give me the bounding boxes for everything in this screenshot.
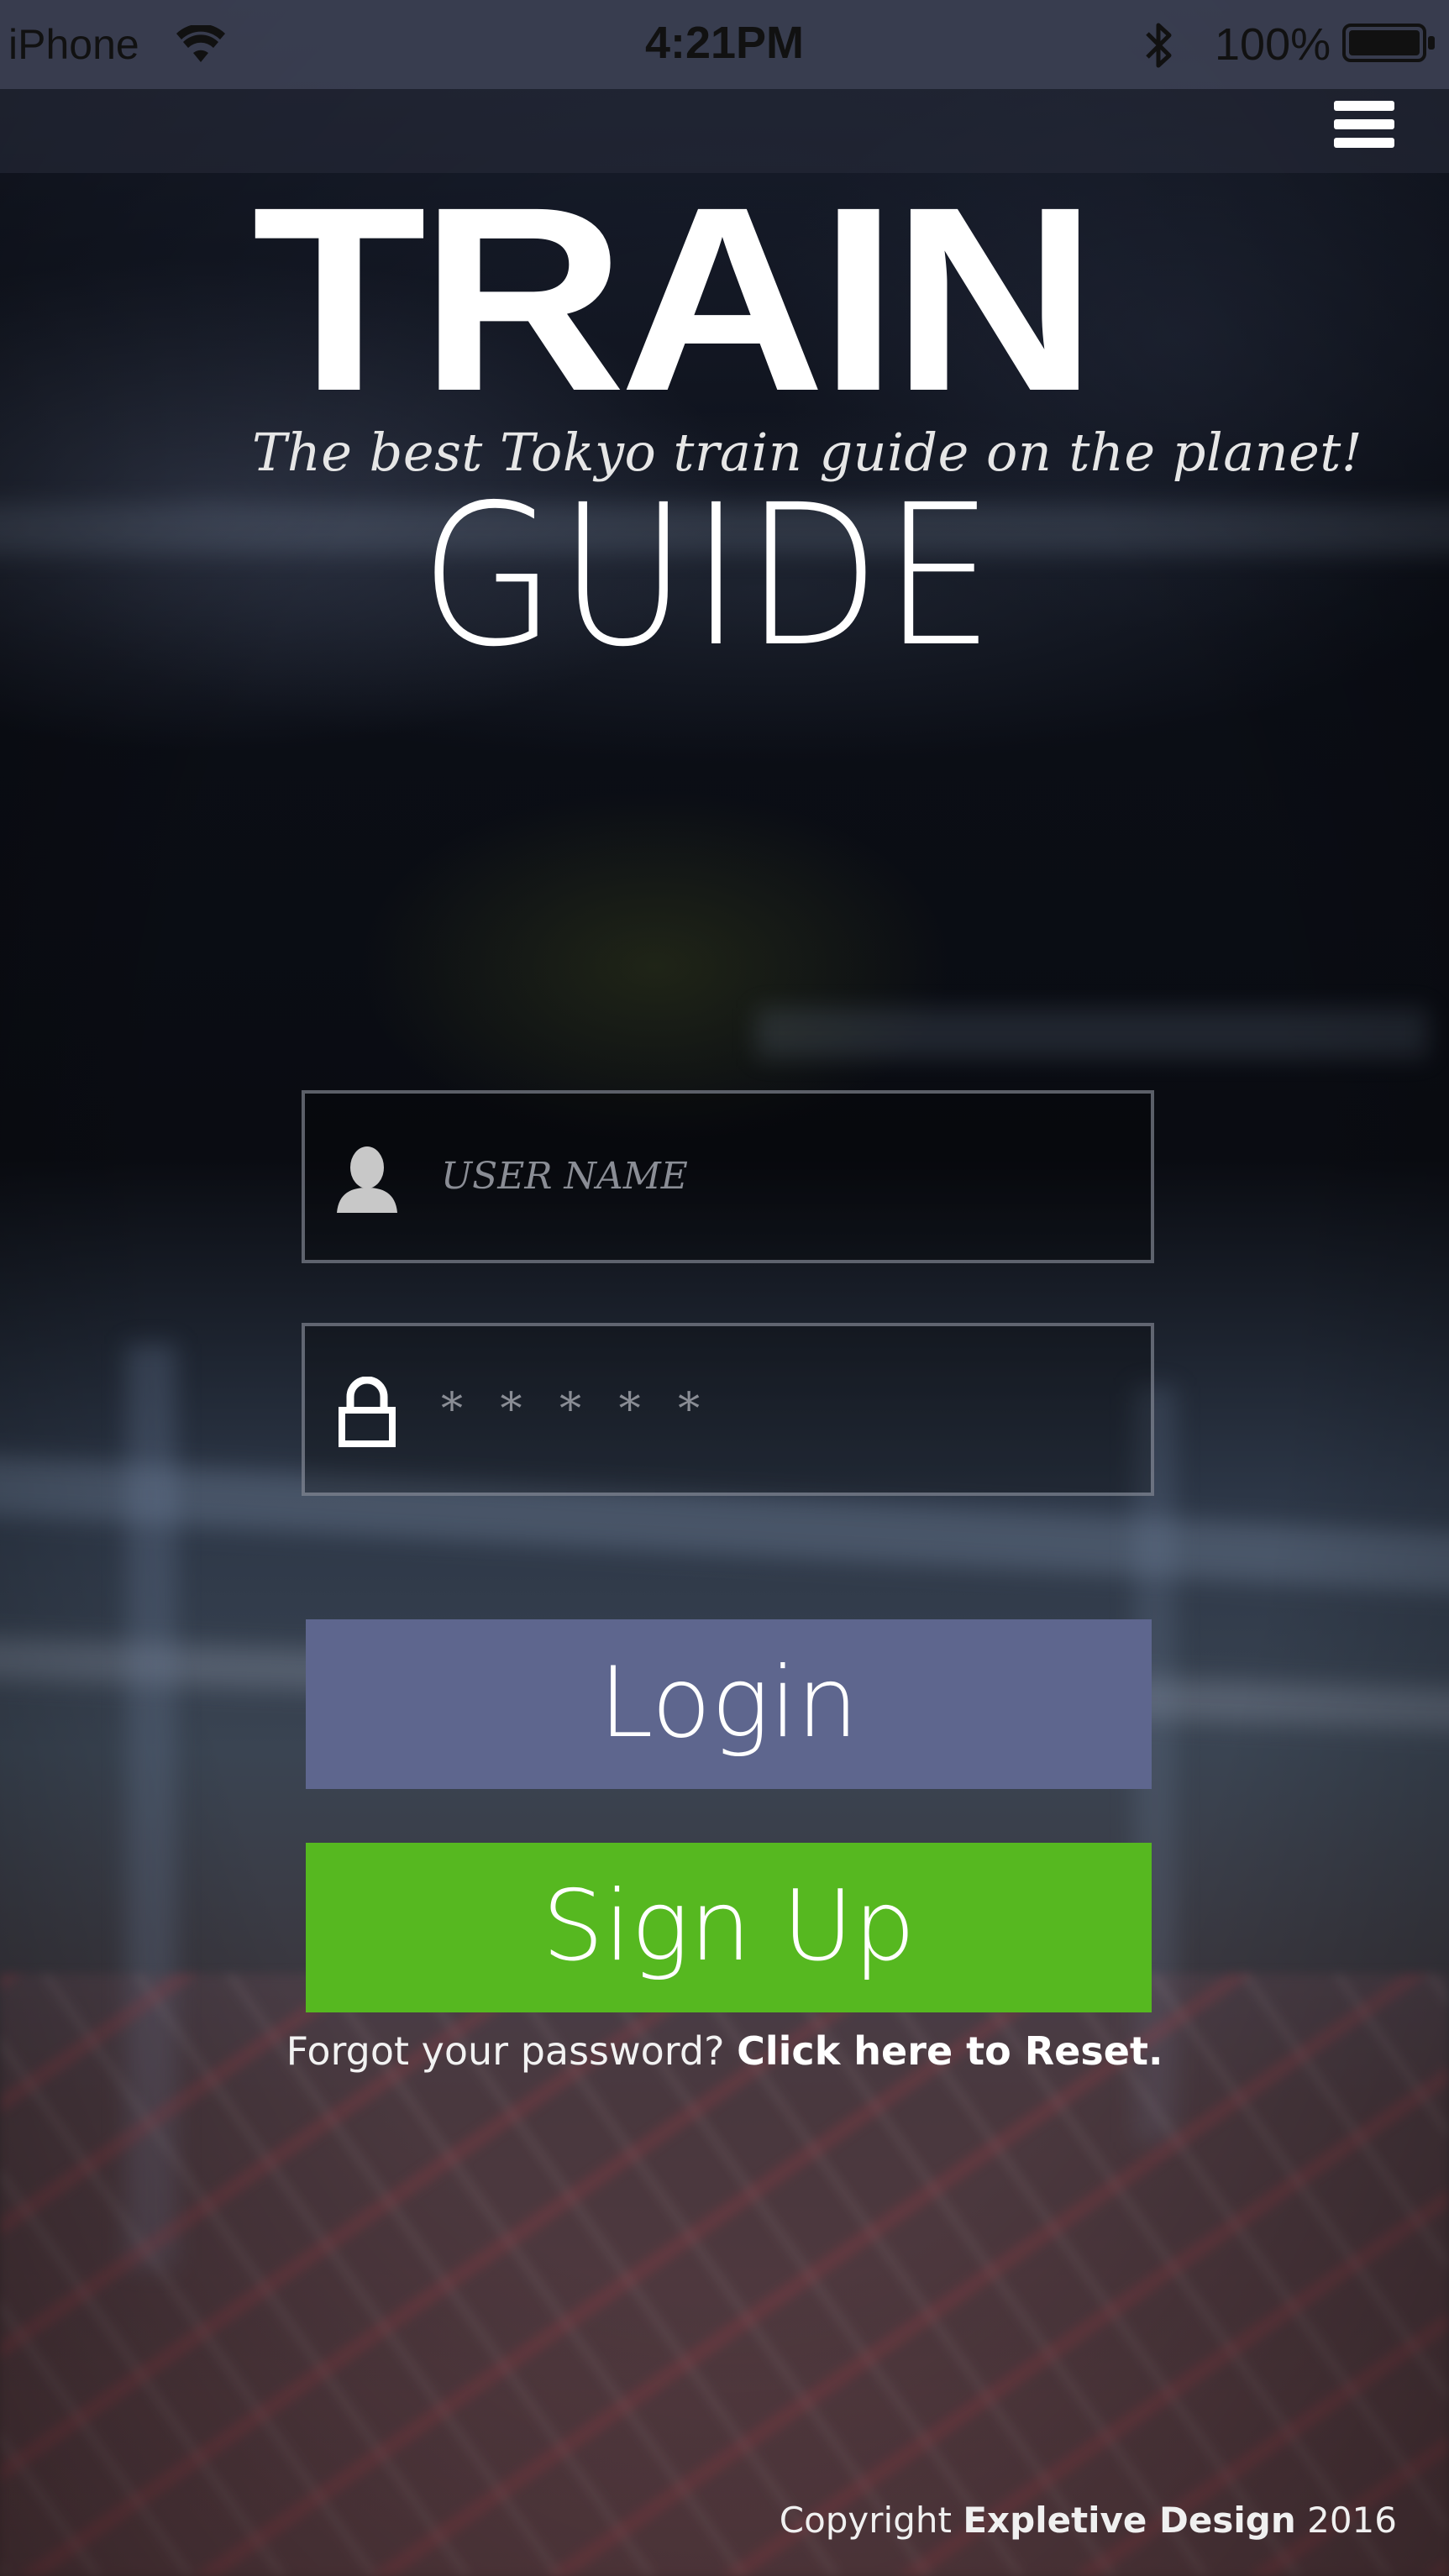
- password-value: * * * * *: [441, 1384, 712, 1435]
- logo-title-train: TRAIN: [252, 152, 1098, 447]
- padlock-icon: [333, 1376, 401, 1449]
- copyright: Copyright Expletive Design 2016: [780, 2500, 1397, 2541]
- bluetooth-icon: [1144, 18, 1174, 76]
- user-silhouette-icon: [333, 1144, 401, 1216]
- copyright-year: 2016: [1307, 2500, 1397, 2541]
- password-input[interactable]: * * * * *: [302, 1323, 1154, 1496]
- hamburger-menu-icon: [1334, 101, 1394, 148]
- forgot-password-line: Forgot your password? Click here to Rese…: [0, 2028, 1449, 2074]
- username-placeholder: USER NAME: [441, 1155, 688, 1198]
- username-input[interactable]: USER NAME: [302, 1090, 1154, 1263]
- battery-icon: [1342, 24, 1436, 66]
- forgot-password-text: Forgot your password?: [286, 2028, 725, 2074]
- copyright-prefix: Copyright: [779, 2500, 952, 2541]
- company-name: Expletive Design: [963, 2500, 1296, 2541]
- menu-button[interactable]: [1334, 101, 1394, 161]
- login-button[interactable]: Login: [306, 1619, 1152, 1789]
- logo-title-guide: GUIDE: [420, 463, 997, 690]
- status-bar: iPhone 4:21PM 100%: [0, 0, 1449, 89]
- reset-password-link[interactable]: Click here to Reset.: [737, 2028, 1163, 2074]
- battery-percent: 100%: [1215, 19, 1331, 70]
- signup-button[interactable]: Sign Up: [306, 1843, 1152, 2012]
